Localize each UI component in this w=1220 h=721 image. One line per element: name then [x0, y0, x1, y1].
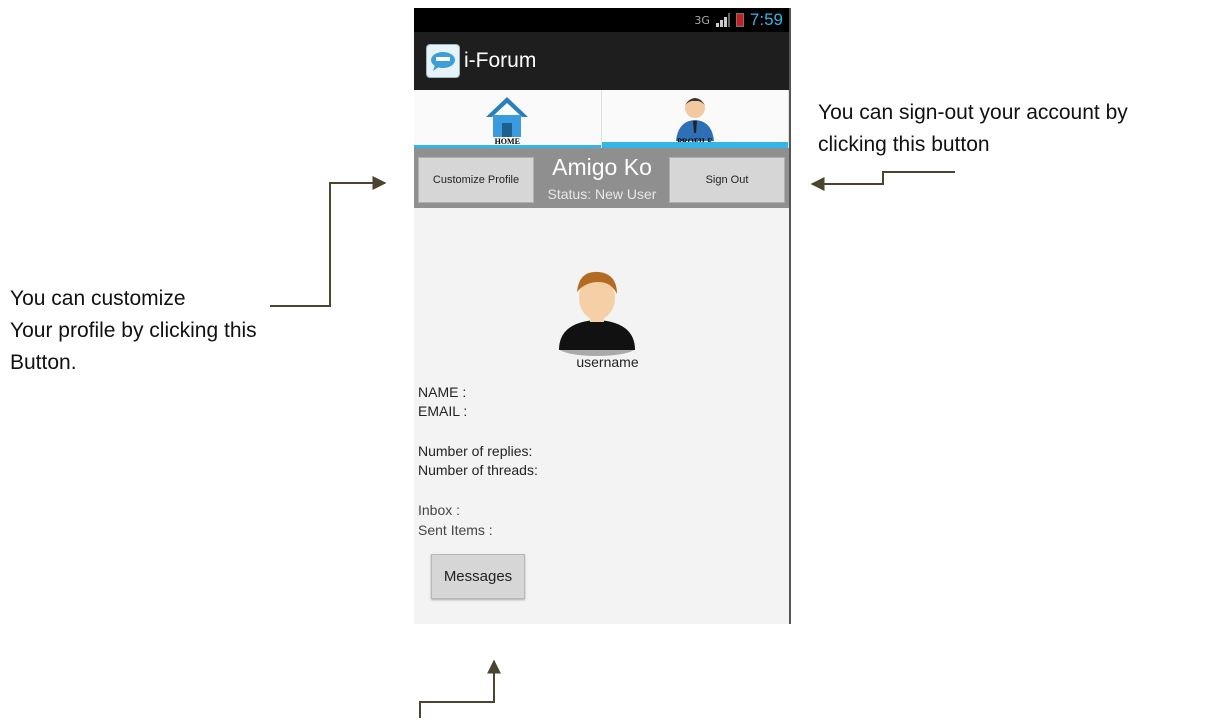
house-icon: [486, 97, 529, 137]
name-label: NAME :: [418, 384, 467, 400]
app-title: i-Forum: [464, 49, 537, 72]
replies-label: Number of replies:: [418, 443, 533, 459]
person-icon: [675, 98, 714, 141]
signal-indicator: 3G: [694, 13, 710, 27]
tab-bar: HOME PROFILE: [414, 90, 789, 148]
tab-home[interactable]: HOME: [414, 90, 602, 148]
status-bar: 3G 7:59: [414, 8, 789, 32]
sign-out-button[interactable]: Sign Out: [669, 157, 785, 203]
avatar-icon: [559, 271, 635, 356]
status-time: 7:59: [749, 10, 783, 29]
profile-status: Status: New User: [547, 186, 657, 202]
sent-items-label: Sent Items :: [418, 522, 493, 538]
threads-label: Number of threads:: [418, 462, 538, 478]
messages-button[interactable]: Messages: [431, 554, 525, 599]
app-logo-icon[interactable]: [426, 44, 460, 78]
customize-profile-button[interactable]: Customize Profile: [418, 157, 534, 203]
phone-screen: 3G 7:59 i-Forum HOME Customize Profile A…: [414, 8, 791, 624]
signout-arrow: [810, 171, 955, 191]
customize-arrow: [270, 176, 387, 307]
email-label: EMAIL :: [418, 403, 468, 419]
messages-arrow: [419, 659, 501, 718]
username-label: username: [576, 354, 639, 370]
profile-header: Customize Profile Amigo Ko Status: New U…: [414, 148, 789, 208]
tab-profile[interactable]: PROFILE: [601, 90, 789, 148]
signal-bars-icon: [715, 13, 730, 27]
profile-name: Amigo Ko: [552, 154, 652, 180]
inbox-label: Inbox :: [418, 502, 461, 518]
action-bar: i-Forum: [414, 32, 789, 90]
profile-content: username NAME : EMAIL : Number of replie…: [414, 208, 789, 624]
battery-icon: [735, 13, 744, 27]
